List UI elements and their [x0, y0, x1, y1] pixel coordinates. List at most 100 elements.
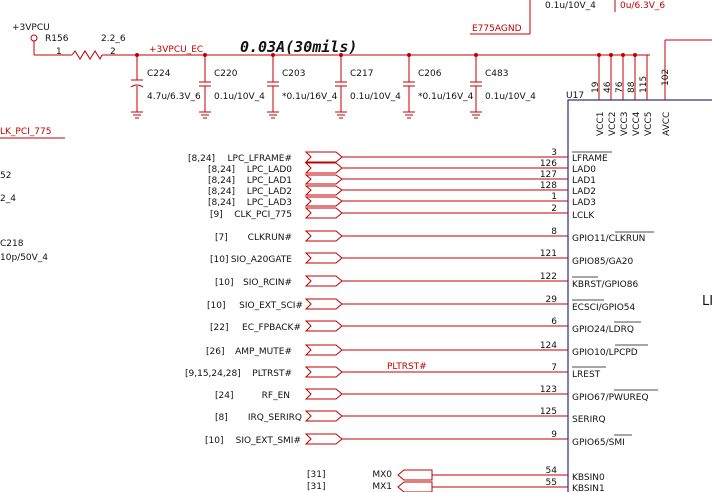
- offpage-connector: [304, 207, 343, 219]
- sheet-ref: [8]: [215, 413, 228, 423]
- power-terminal: [30, 34, 38, 42]
- ic-power-pins: 19 46 76 88 115 102 VCC1 VCC2 VCC3 VCC4 …: [591, 39, 712, 136]
- net-name: CLKRUN#: [248, 233, 292, 243]
- sheet-ref: [10]: [205, 436, 223, 446]
- resistor-value: 2.2_6: [101, 34, 126, 44]
- clk-net-label: LK_PCI_775: [0, 127, 51, 137]
- pin-number: 76: [615, 81, 625, 93]
- sheet-ref: [10]: [207, 301, 225, 311]
- pin-name: SERIRQ: [572, 415, 606, 425]
- pin-number: 125: [540, 407, 557, 417]
- pin-number: 54: [546, 466, 558, 476]
- net-name: LPC_LFRAME#: [228, 154, 292, 164]
- signal-row: [10] SIO_RCIN# 122 KBRST/GPIO86: [215, 272, 638, 290]
- left-fragment: C218: [0, 239, 24, 249]
- left-fragment: 2_4: [0, 194, 16, 204]
- pin-name: LFRAME: [572, 154, 608, 164]
- cap-ref: C483: [485, 69, 508, 79]
- cap-value: *0.1u/16V_4: [282, 92, 338, 102]
- cap-c224: C224 4.7u/6.3V_6: [130, 53, 201, 119]
- cap-value: 4.7u/6.3V_6: [147, 92, 201, 102]
- signal-row: [9,15,24,28] PLTRST# PLTRST# 7 LREST: [185, 362, 606, 380]
- offpage-connector: [397, 469, 433, 481]
- cap-value: 0.1u/10V_4: [214, 92, 265, 102]
- offpage-connector: [304, 275, 343, 287]
- sheet-ref: [8,24]: [208, 198, 235, 208]
- pin-number: 123: [540, 385, 557, 395]
- pin-number: 6: [551, 317, 557, 327]
- net-name: SIO_A20GATE: [231, 255, 292, 265]
- offpage-connector: [304, 151, 343, 163]
- pin-name: VCC4: [632, 111, 642, 136]
- pin-name: GPIO24/LDRQ: [572, 325, 634, 335]
- sheet-ref: [10]: [215, 278, 233, 288]
- pin-number: 19: [591, 81, 601, 93]
- signal-row: [22] EC_FPBACK# 6 GPIO24/LDRQ: [210, 317, 641, 335]
- signal-row: [10] SIO_A20GATE 121 GPIO85/GA20: [210, 249, 633, 267]
- sheet-ref: [8,24]: [188, 154, 215, 164]
- pin-name: KBSIN1: [572, 484, 605, 492]
- pin-name: GPIO65/SMI: [572, 438, 625, 448]
- pin-name: AVCC: [662, 112, 672, 136]
- pin-number: 8: [551, 227, 557, 237]
- pin-name: GPIO85/GA20: [572, 257, 633, 267]
- offpage-connector: [304, 162, 343, 174]
- offpage-connector: [304, 433, 343, 445]
- sheet-ref: [8,24]: [208, 187, 235, 197]
- sheet-ref: [31]: [307, 470, 325, 480]
- pin-name: VCC1: [596, 112, 606, 136]
- offpage-connector: [304, 174, 343, 185]
- pin-name: GPIO67/PWUREQ: [572, 393, 649, 403]
- net-name: CLK_PCI_775: [234, 210, 292, 220]
- pin-name: LREST: [572, 370, 601, 380]
- current-note: 0.03A(30mils): [240, 38, 357, 56]
- sheet-ref: [24]: [215, 391, 233, 401]
- pin-name: KBRST/GPIO86: [572, 280, 638, 290]
- top-cap-value-2: 0u/6.3V_6: [620, 1, 665, 11]
- pin-name: LAD2: [572, 187, 596, 197]
- sheet-ref: [31]: [307, 482, 325, 492]
- left-fragment: 10p/50V_4: [0, 253, 48, 263]
- pin-name: GPIO10/LPCPD: [572, 348, 638, 358]
- top-cap-value-1: 0.1u/10V_4: [545, 1, 596, 11]
- pin-name: VCC3: [620, 112, 630, 136]
- pin-number: 2: [551, 204, 557, 214]
- cap-ref: C203: [282, 69, 305, 79]
- cap-ref: C224: [147, 69, 171, 79]
- resistor-ref: R156: [45, 34, 69, 44]
- cap-c203: C203 *0.1u/16V_4: [267, 53, 338, 119]
- sheet-ref: [9,15,24,28]: [185, 369, 241, 379]
- pin-name: GPIO11/CLKRUN: [572, 234, 645, 244]
- net-name: IRQ_SERIRQ: [248, 413, 302, 423]
- net-name: MX1: [372, 482, 392, 492]
- net-name: MX0: [372, 470, 392, 480]
- offpage-connector: [304, 185, 343, 196]
- signal-row: [8] IRQ_SERIRQ 125 SERIRQ: [215, 407, 606, 425]
- pin-name: LAD3: [572, 198, 596, 208]
- ec-net-label: +3VPCU_EC: [149, 45, 203, 55]
- pin-name: ECSCI/GPIO54: [572, 303, 636, 313]
- net-name: LPC_LAD3: [247, 198, 292, 208]
- left-fragments: LK_PCI_775 52 2_4 C218 10p/50V_4: [0, 127, 65, 263]
- pin-number: 121: [540, 249, 557, 259]
- pin-number: 46: [603, 81, 613, 93]
- sheet-ref: [10]: [210, 255, 228, 265]
- resistor-symbol: [71, 50, 103, 61]
- pin-name: LCLK: [572, 211, 595, 221]
- signal-rows: [8,24] LPC_LFRAME# 3 LFRAME [8,24] LPC_L…: [185, 148, 658, 448]
- pin-name: LAD0: [572, 165, 596, 175]
- pin-number: 128: [540, 181, 557, 191]
- pin-number: 115: [639, 76, 649, 93]
- sheet-ref: [8,24]: [208, 165, 235, 175]
- sheet-ref: [26]: [206, 347, 224, 357]
- signal-row: [7] CLKRUN# 8 GPIO11/CLKRUN: [215, 227, 654, 244]
- offpage-connector: [304, 344, 343, 356]
- power-net-label: +3VPCU: [12, 23, 50, 33]
- kbs-row: [31] MX1 55 KBSIN1: [307, 478, 605, 492]
- pin-number: 1: [551, 192, 557, 202]
- cap-ref: C206: [418, 69, 442, 79]
- cap-c483: C483 0.1u/10V_4: [470, 53, 536, 119]
- pin-number: 127: [540, 170, 557, 180]
- sheet-ref: [7]: [215, 233, 228, 243]
- pltrst-wire-label: PLTRST#: [387, 362, 427, 372]
